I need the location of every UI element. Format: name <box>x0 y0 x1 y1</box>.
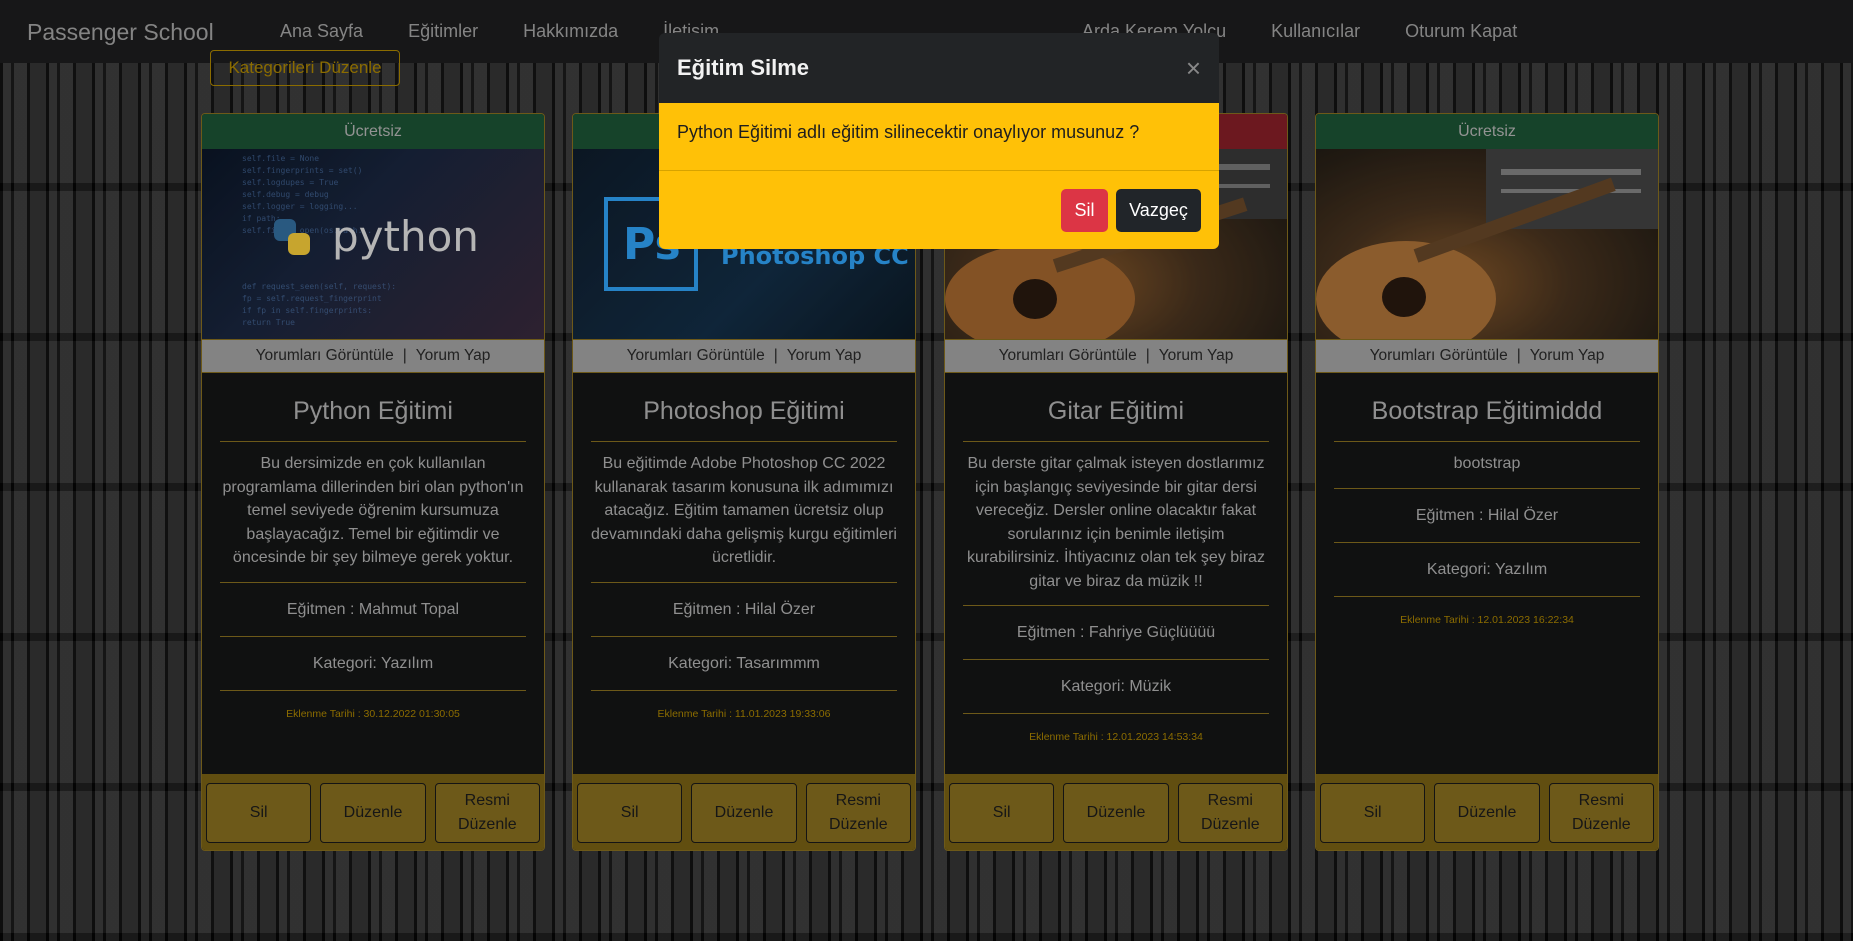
confirm-delete-button[interactable]: Sil <box>1061 189 1108 232</box>
modal-message: Python Eğitimi adlı eğitim silinecektir … <box>677 122 1140 142</box>
modal-actions: Sil Vazgeç <box>1061 189 1201 232</box>
close-icon[interactable]: × <box>1186 53 1201 84</box>
modal-title: Eğitim Silme <box>677 55 810 80</box>
modal-divider <box>659 170 1219 171</box>
delete-modal: Eğitim Silme × Python Eğitimi adlı eğiti… <box>659 33 1219 249</box>
modal-body: Python Eğitimi adlı eğitim silinecektir … <box>659 103 1219 249</box>
cancel-button[interactable]: Vazgeç <box>1116 189 1201 232</box>
modal-header: Eğitim Silme × <box>659 33 1219 103</box>
